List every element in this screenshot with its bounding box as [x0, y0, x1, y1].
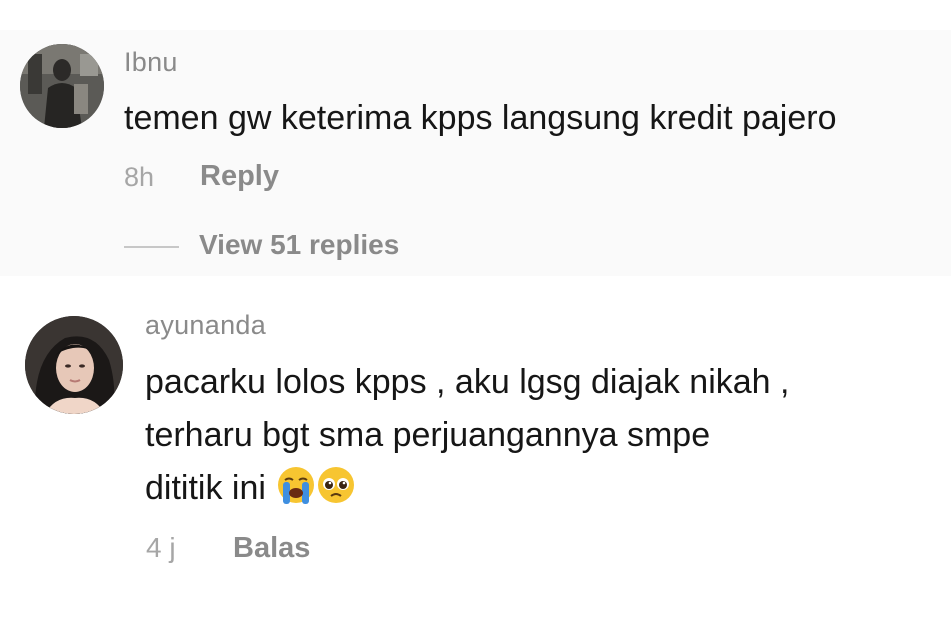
comment-line-text: dititik ini: [145, 469, 266, 507]
reply-button[interactable]: Reply: [200, 160, 279, 193]
avatar[interactable]: [25, 316, 123, 414]
pleading-face-icon: [317, 467, 354, 503]
avatar-photo-icon: [25, 316, 123, 414]
username[interactable]: Ibnu: [124, 47, 178, 78]
comment-line: terharu bgt sma perjuangannya smpe: [145, 416, 711, 454]
comment-line: pacarku lolos kpps , aku lgsg diajak nik…: [145, 363, 790, 401]
timestamp: 4 j: [146, 532, 176, 563]
comment-line: dititik ini: [145, 462, 789, 515]
username[interactable]: ayunanda: [145, 310, 266, 341]
view-replies-button[interactable]: View 51 replies: [199, 229, 399, 261]
replies-divider: [124, 246, 179, 248]
timestamp: 8h: [124, 162, 155, 192]
loudly-crying-face-icon: [277, 467, 314, 504]
avatar[interactable]: [20, 44, 104, 128]
comment-text: pacarku lolos kpps , aku lgsg diajak nik…: [145, 356, 789, 515]
comment-text: temen gw keterima kpps langsung kredit p…: [124, 99, 837, 137]
avatar-photo-icon: [20, 44, 104, 128]
reply-button[interactable]: Balas: [233, 532, 310, 565]
